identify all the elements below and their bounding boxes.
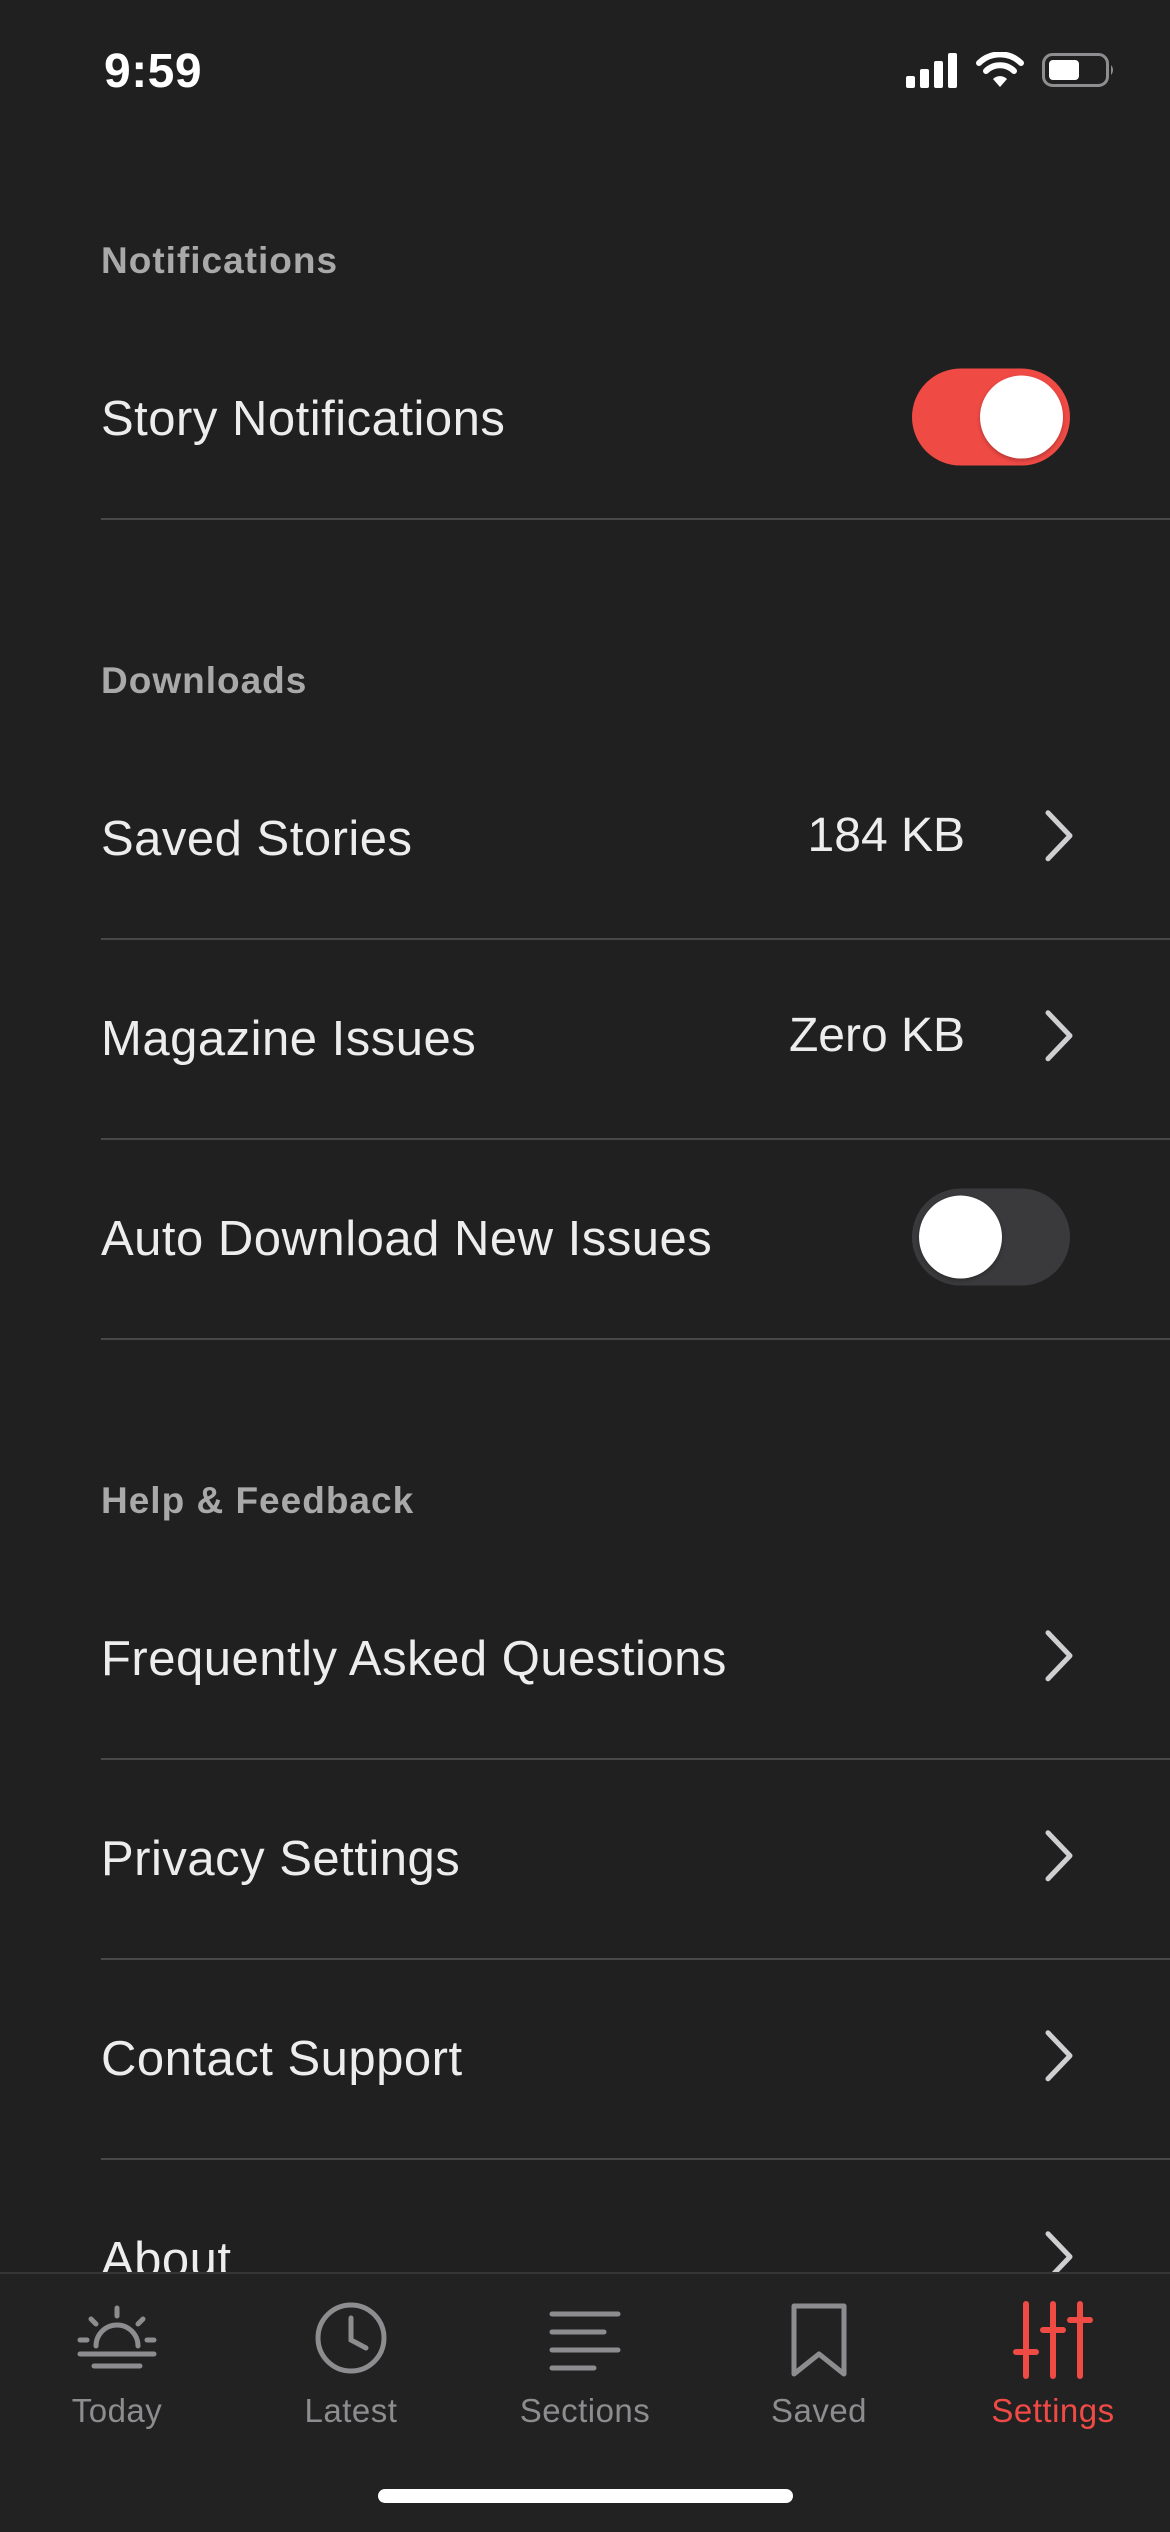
magazine-issues-label: Magazine Issues bbox=[101, 1012, 477, 1066]
bookmark-icon bbox=[791, 2303, 847, 2377]
cellular-signal-icon bbox=[906, 53, 957, 88]
clock-icon bbox=[315, 2302, 387, 2374]
tab-sections[interactable]: Sections bbox=[468, 2294, 702, 2444]
saved-stories-size: 184 KB bbox=[807, 809, 965, 863]
status-time: 9:59 bbox=[104, 45, 203, 98]
auto-download-label: Auto Download New Issues bbox=[101, 1212, 713, 1266]
faq-label: Frequently Asked Questions bbox=[101, 1632, 727, 1686]
auto-download-toggle[interactable] bbox=[912, 1188, 1070, 1286]
section-header-notifications: Notifications bbox=[101, 240, 339, 281]
tab-latest[interactable]: Latest bbox=[234, 2294, 468, 2444]
chevron-right-icon bbox=[1045, 1010, 1073, 1062]
chevron-right-icon bbox=[1045, 810, 1073, 862]
contact-support-label: Contact Support bbox=[101, 2032, 463, 2086]
wifi-icon bbox=[976, 52, 1024, 87]
tab-today-label: Today bbox=[71, 2392, 163, 2429]
tab-today[interactable]: Today bbox=[0, 2294, 234, 2444]
faq-row[interactable]: Frequently Asked Questions bbox=[101, 1560, 1170, 1760]
chevron-right-icon bbox=[1045, 2030, 1073, 2082]
tab-latest-label: Latest bbox=[304, 2392, 398, 2429]
contact-support-row[interactable]: Contact Support bbox=[101, 1960, 1170, 2160]
section-header-downloads: Downloads bbox=[101, 660, 308, 701]
privacy-settings-row[interactable]: Privacy Settings bbox=[101, 1760, 1170, 1960]
story-notifications-toggle[interactable] bbox=[912, 368, 1070, 466]
saved-stories-row[interactable]: Saved Stories 184 KB bbox=[101, 740, 1170, 940]
toggle-knob bbox=[980, 375, 1063, 459]
saved-stories-label: Saved Stories bbox=[101, 812, 413, 866]
chevron-right-icon bbox=[1045, 1830, 1073, 1882]
battery-icon bbox=[1042, 53, 1113, 87]
story-notifications-label: Story Notifications bbox=[101, 392, 506, 446]
story-notifications-row: Story Notifications bbox=[101, 320, 1170, 520]
status-bar: 9:59 bbox=[0, 0, 1170, 150]
chevron-right-icon bbox=[1045, 2231, 1073, 2272]
about-row[interactable]: About bbox=[101, 2160, 1170, 2272]
lines-icon bbox=[549, 2311, 621, 2371]
toggle-knob bbox=[919, 1195, 1002, 1279]
status-icons bbox=[906, 52, 1116, 88]
sunrise-icon bbox=[77, 2305, 157, 2369]
tab-settings[interactable]: Settings bbox=[936, 2294, 1170, 2444]
privacy-settings-label: Privacy Settings bbox=[101, 1832, 461, 1886]
chevron-right-icon bbox=[1045, 1630, 1073, 1682]
tab-settings-label: Settings bbox=[991, 2392, 1115, 2429]
about-label: About bbox=[101, 2233, 232, 2272]
sliders-icon bbox=[1013, 2301, 1093, 2379]
home-indicator[interactable] bbox=[378, 2489, 793, 2503]
tab-sections-label: Sections bbox=[519, 2392, 651, 2429]
tab-saved[interactable]: Saved bbox=[702, 2294, 936, 2444]
settings-list[interactable]: Notifications Story Notifications Downlo… bbox=[0, 150, 1170, 2272]
tab-saved-label: Saved bbox=[770, 2392, 868, 2429]
auto-download-row: Auto Download New Issues bbox=[101, 1140, 1170, 1340]
magazine-issues-row[interactable]: Magazine Issues Zero KB bbox=[101, 940, 1170, 1140]
section-header-help: Help & Feedback bbox=[101, 1480, 415, 1521]
magazine-issues-size: Zero KB bbox=[788, 1009, 965, 1063]
